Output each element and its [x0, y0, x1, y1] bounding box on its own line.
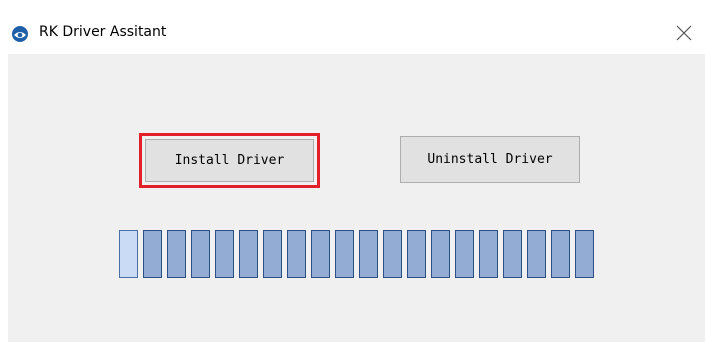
- uninstall-driver-button[interactable]: Uninstall Driver: [400, 136, 580, 183]
- progress-segment: [263, 230, 282, 278]
- progress-segment: [479, 230, 498, 278]
- install-driver-button[interactable]: Install Driver: [145, 139, 314, 182]
- close-icon: [676, 25, 692, 41]
- progress-segment: [143, 230, 162, 278]
- app-window: RK Driver Assitant Install Driver Uninst…: [0, 0, 705, 342]
- progress-segment: [119, 230, 138, 278]
- progress-segment: [407, 230, 426, 278]
- progress-segment: [239, 230, 258, 278]
- progress-segment: [191, 230, 210, 278]
- progress-bar: [119, 230, 594, 278]
- rk-app-icon: [12, 26, 28, 42]
- title-bar[interactable]: RK Driver Assitant: [0, 0, 705, 54]
- progress-segment: [503, 230, 522, 278]
- progress-segment: [527, 230, 546, 278]
- close-button[interactable]: [663, 14, 705, 50]
- progress-segment: [551, 230, 570, 278]
- progress-segment: [167, 230, 186, 278]
- progress-segment: [359, 230, 378, 278]
- window-title: RK Driver Assitant: [39, 24, 167, 40]
- progress-segment: [311, 230, 330, 278]
- client-area: Install Driver Uninstall Driver: [8, 54, 705, 342]
- progress-segment: [575, 230, 594, 278]
- progress-segment: [215, 230, 234, 278]
- progress-segment: [383, 230, 402, 278]
- progress-segment: [335, 230, 354, 278]
- progress-segment: [287, 230, 306, 278]
- progress-segment: [455, 230, 474, 278]
- progress-segment: [431, 230, 450, 278]
